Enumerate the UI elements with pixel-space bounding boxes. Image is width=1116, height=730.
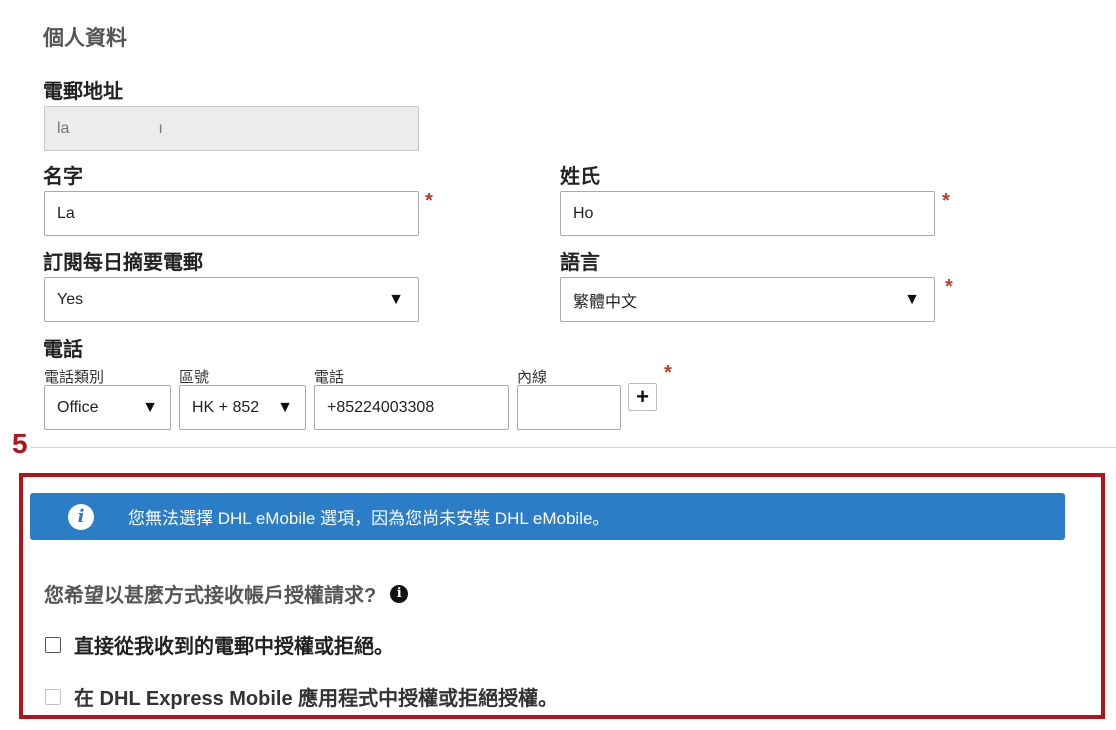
step-number: 5 <box>12 428 28 459</box>
phone-required-mark: * <box>664 362 672 384</box>
info-banner: i 您無法選擇 DHL eMobile 選項，因為您尚未安裝 DHL eMobi… <box>30 493 1065 540</box>
info-icon: i <box>68 503 94 530</box>
last-name-value: Ho <box>573 204 594 222</box>
phone-code-value: HK + 852 <box>192 398 260 416</box>
phone-type-label: 電話類別 <box>44 369 105 386</box>
digest-value: Yes <box>57 290 84 308</box>
last-name-label: 姓氏 <box>560 166 600 188</box>
option-mobile-label[interactable]: 在 DHL Express Mobile 應用程式中授權或拒絕授權。 <box>74 682 558 711</box>
email-label: 電郵地址 <box>43 81 123 103</box>
first-name-label: 名字 <box>43 166 83 188</box>
last-name-field[interactable]: Ho <box>560 191 935 236</box>
language-value: 繁體中文 <box>573 293 638 311</box>
email-field: la ı <box>44 106 419 151</box>
dropdown-arrow-icon: ▼ <box>142 398 158 416</box>
phone-code-select[interactable]: HK + 852 ▼ <box>179 385 306 430</box>
first-name-required-mark: * <box>425 190 433 212</box>
section-title: 個人資料 <box>43 27 127 50</box>
dropdown-arrow-icon: ▼ <box>388 290 404 308</box>
language-required-mark: * <box>945 276 953 298</box>
phone-type-value: Office <box>57 398 99 416</box>
option-email: 直接從我收到的電郵中授權或拒絕。 <box>45 630 394 659</box>
option-email-label[interactable]: 直接從我收到的電郵中授權或拒絕。 <box>74 630 394 659</box>
add-phone-button[interactable]: + <box>628 383 657 411</box>
first-name-value: La <box>57 204 75 222</box>
language-select[interactable]: 繁體中文 ▼ <box>560 277 935 322</box>
phone-number-value: +85224003308 <box>327 398 435 416</box>
phone-type-select[interactable]: Office ▼ <box>44 385 171 430</box>
dropdown-arrow-icon: ▼ <box>277 398 293 416</box>
divider <box>30 447 1116 448</box>
phone-label: 電話 <box>43 339 83 361</box>
help-icon[interactable]: i <box>390 584 409 603</box>
email-value: la ı <box>57 119 163 137</box>
phone-code-label: 區號 <box>179 369 210 386</box>
dropdown-arrow-icon: ▼ <box>904 290 920 308</box>
language-label: 語言 <box>560 252 600 274</box>
phone-number-field[interactable]: +85224003308 <box>314 385 509 430</box>
info-banner-text: 您無法選擇 DHL eMobile 選項，因為您尚未安裝 DHL eMobile… <box>128 509 610 528</box>
first-name-field[interactable]: La <box>44 191 419 236</box>
digest-label: 訂閱每日摘要電郵 <box>43 252 203 274</box>
auth-question: 您希望以甚麼方式接收帳戶授權請求? i <box>44 579 409 608</box>
option-mobile-checkbox[interactable] <box>45 688 61 705</box>
last-name-required-mark: * <box>942 190 950 212</box>
digest-select[interactable]: Yes ▼ <box>44 277 419 322</box>
option-email-checkbox[interactable] <box>45 636 61 653</box>
auth-question-text: 您希望以甚麼方式接收帳戶授權請求? <box>44 585 377 607</box>
option-mobile: 在 DHL Express Mobile 應用程式中授權或拒絕授權。 <box>45 682 558 711</box>
phone-ext-field[interactable] <box>517 385 621 430</box>
phone-number-label: 電話 <box>314 369 345 386</box>
phone-ext-label: 內線 <box>517 369 548 386</box>
